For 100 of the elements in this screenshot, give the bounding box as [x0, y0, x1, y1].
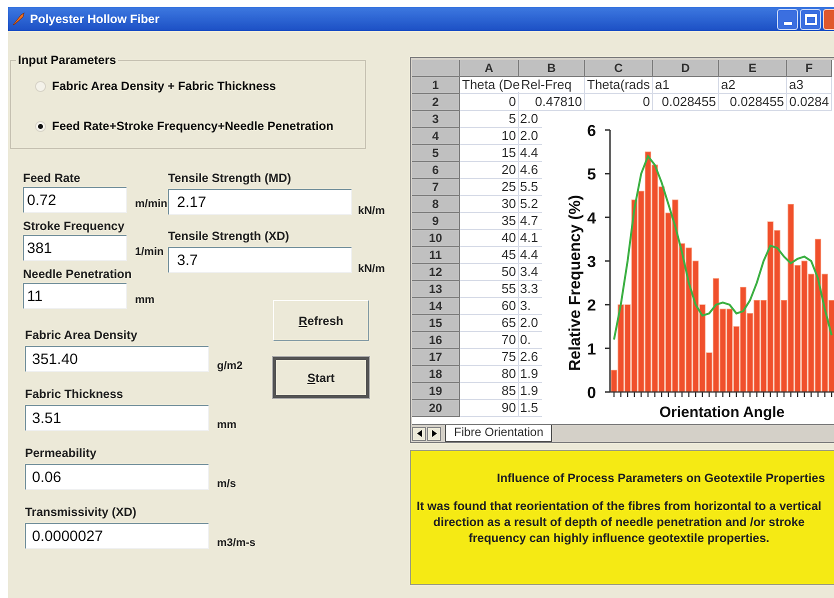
table-cell: 3.4: [520, 264, 538, 279]
column-header[interactable]: F: [787, 60, 832, 77]
row-header[interactable]: 5: [412, 145, 460, 162]
unit-label: m3/m-s: [217, 536, 256, 550]
row-header[interactable]: 18: [412, 366, 460, 383]
radio-button[interactable]: [35, 120, 46, 132]
table-cell: 1.9: [520, 366, 538, 381]
input-field[interactable]: 381: [23, 235, 127, 261]
row-header[interactable]: 19: [412, 383, 460, 400]
field-label: Transmissivity (XD): [25, 505, 138, 519]
tick-label: 2: [587, 298, 596, 315]
input-field[interactable]: 3.7: [168, 247, 352, 273]
table-cell: 0.028455: [662, 94, 716, 109]
scroll-left-button[interactable]: [412, 426, 426, 441]
sheet-tab[interactable]: Fibre Orientation: [445, 424, 552, 442]
input-field[interactable]: 0.72: [23, 187, 127, 213]
column-header[interactable]: B: [519, 60, 585, 77]
field-label: Stroke Frequency: [23, 219, 126, 233]
table-cell: 60: [502, 298, 516, 313]
table-cell: 50: [502, 264, 516, 279]
table-cell: a3: [789, 77, 804, 92]
table-cell: 4.4: [520, 247, 538, 262]
field-label: Fabric Thickness: [25, 387, 124, 401]
input-field[interactable]: 2.17: [168, 189, 352, 215]
row-header[interactable]: 10: [412, 230, 460, 247]
radio-button[interactable]: [35, 80, 46, 92]
start-button[interactable]: Start: [273, 357, 369, 398]
table-cell: 40: [502, 230, 516, 245]
field-label: Tensile Strength (MD): [168, 171, 292, 185]
table-cell: 2.0: [520, 128, 538, 143]
table-cell: 70: [502, 332, 516, 347]
table-cell: 5.2: [520, 196, 538, 211]
row-header[interactable]: 13: [412, 281, 460, 298]
minimize-button[interactable]: [777, 8, 798, 30]
column-header[interactable]: D: [653, 60, 719, 77]
table-cell: Theta(rads: [587, 77, 650, 92]
row-header[interactable]: 7: [412, 179, 460, 196]
table-cell: 4.4: [520, 145, 538, 160]
table-cell: 4.1: [520, 230, 538, 245]
input-field[interactable]: 3.51: [25, 405, 209, 431]
row-header[interactable]: 20: [412, 400, 460, 417]
info-title: Influence of Process Parameters on Geotextile Properties: [496, 470, 826, 487]
table-cell: a2: [721, 77, 736, 92]
row-header[interactable]: 17: [412, 349, 460, 366]
unit-label: mm: [135, 292, 155, 308]
table-cell: 0: [508, 94, 516, 109]
table-cell: 75: [502, 349, 516, 364]
table-cell: 5: [508, 111, 516, 126]
row-header[interactable]: 16: [412, 332, 460, 349]
unit-label: m/min: [135, 196, 168, 212]
row-header[interactable]: 15: [412, 315, 460, 332]
row-header[interactable]: 2: [412, 94, 460, 111]
table-cell: Rel-Freq: [521, 77, 572, 92]
table-cell: 20: [502, 162, 516, 177]
row-header[interactable]: 8: [412, 196, 460, 213]
table-cell: 0.028455: [730, 94, 784, 109]
field-label: Feed Rate: [23, 171, 82, 185]
input-field[interactable]: 351.40: [25, 346, 209, 372]
maximize-button[interactable]: [800, 8, 821, 30]
column-header[interactable]: E: [719, 60, 787, 77]
row-header[interactable]: 11: [412, 247, 460, 264]
table-cell: 5.5: [520, 179, 538, 194]
table-cell: 10: [502, 128, 516, 143]
input-field[interactable]: 11: [23, 283, 127, 309]
tick-label: 0: [587, 385, 596, 402]
table-cell: 3.3: [520, 281, 538, 296]
right-arrow-icon: [432, 430, 436, 438]
table-cell: 25: [502, 179, 516, 194]
table-cell: 1.9: [520, 383, 538, 398]
row-header[interactable]: 14: [412, 298, 460, 315]
axis-title: Relative Frequency (%): [567, 194, 584, 372]
column-header[interactable]: C: [585, 60, 653, 77]
window-title: Polyester Hollow Fiber: [30, 11, 160, 28]
scroll-right-button[interactable]: [427, 426, 441, 441]
group-title: Input Parameters: [17, 52, 118, 69]
radio-label[interactable]: Feed Rate+Stroke Frequency+Needle Penetration: [52, 117, 334, 135]
info-text: It was found that reorientation of the fibres from horizontal to a vertical direction as a result of depth of needle penetration and /or stroke frequency can highly influence geotextile properties.: [416, 498, 822, 546]
unit-label: kN/m: [358, 204, 385, 218]
table-cell: Theta (De: [462, 77, 520, 92]
row-header[interactable]: 9: [412, 213, 460, 230]
table-cell: 15: [502, 145, 516, 160]
column-header[interactable]: A: [460, 60, 519, 77]
table-cell: 30: [502, 196, 516, 211]
table-cell: 2.0: [520, 315, 538, 330]
tick-label: 4: [587, 210, 596, 228]
radio-label[interactable]: Fabric Area Density + Fabric Thickness: [52, 77, 276, 95]
input-field[interactable]: 0.06: [25, 464, 209, 490]
row-header[interactable]: 3: [412, 111, 460, 128]
row-header[interactable]: 4: [412, 128, 460, 145]
table-cell: 0.47810: [535, 94, 582, 109]
tick-label: 5: [587, 166, 596, 184]
field-label: Fabric Area Density: [25, 328, 138, 342]
unit-label: mm: [217, 418, 237, 432]
refresh-button[interactable]: Refresh: [273, 300, 369, 341]
field-label: Needle Penetration: [23, 267, 133, 281]
row-header[interactable]: 6: [412, 162, 460, 179]
input-field[interactable]: 0.0000027: [25, 523, 209, 549]
row-header[interactable]: 12: [412, 264, 460, 281]
table-cell: 0.: [520, 332, 531, 347]
row-header[interactable]: 1: [412, 77, 460, 94]
